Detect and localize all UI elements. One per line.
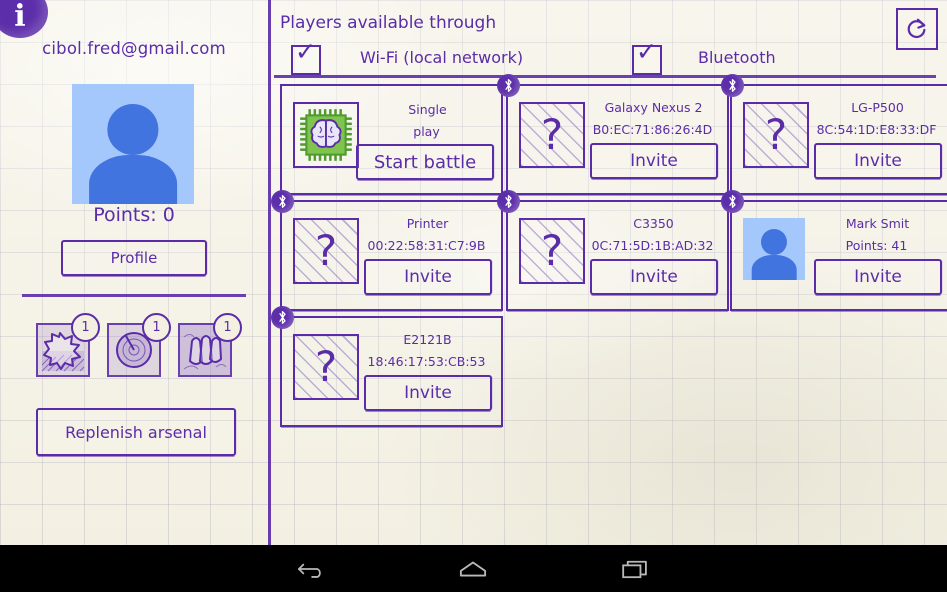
replenish-arsenal-button[interactable]: Replenish arsenal — [36, 408, 236, 456]
game-screen: i cibol.fred@gmail.com Points: 0 Profile — [0, 0, 947, 547]
bluetooth-icon — [271, 190, 294, 213]
invite-button[interactable]: Invite — [814, 259, 942, 295]
nav-home-button[interactable] — [413, 545, 533, 592]
cpu-brain-icon — [293, 102, 359, 168]
person-avatar-icon — [743, 218, 805, 280]
page-title: Players available through — [280, 13, 496, 33]
bluetooth-icon — [497, 74, 520, 97]
arsenal-item-radar[interactable]: 1 — [107, 323, 161, 377]
player-card-single-play[interactable]: Single play Start battle — [280, 84, 503, 195]
arsenal-item-torpedo[interactable]: 1 — [178, 323, 232, 377]
check-icon: ✓ — [636, 39, 662, 65]
player-name: Mark Smit — [810, 216, 945, 231]
bluetooth-checkbox[interactable]: ✓ — [632, 45, 662, 75]
bluetooth-icon — [271, 306, 294, 329]
player-card-mark-smit[interactable]: Mark Smit Points: 41 Invite — [730, 200, 947, 311]
start-battle-button[interactable]: Start battle — [356, 144, 494, 180]
player-detail: 00:22:58:31:C7:9B — [354, 238, 499, 253]
invite-button[interactable]: Invite — [814, 143, 942, 179]
invite-button[interactable]: Invite — [590, 143, 718, 179]
player-sidebar: i cibol.fred@gmail.com Points: 0 Profile — [0, 0, 268, 545]
player-detail: Points: 41 — [804, 238, 947, 253]
player-name: Single — [360, 102, 495, 117]
unknown-device-icon: ? — [519, 218, 585, 284]
player-card-lg-p500[interactable]: ? LG-P500 8C:54:1D:E8:33:DF Invite — [730, 84, 947, 195]
player-detail: 18:46:17:53:CB:53 — [354, 354, 499, 369]
unknown-device-icon: ? — [743, 102, 809, 168]
recent-apps-icon — [622, 559, 648, 579]
bluetooth-label: Bluetooth — [698, 48, 776, 67]
player-detail: 0C:71:5D:1B:AD:32 — [580, 238, 725, 253]
bluetooth-icon — [721, 190, 744, 213]
question-mark-glyph: ? — [295, 220, 357, 282]
player-name: Galaxy Nexus 2 — [586, 100, 721, 115]
question-mark-glyph: ? — [745, 104, 807, 166]
player-name: E2121B — [360, 332, 495, 347]
info-icon: i — [14, 2, 25, 38]
player-name: C3350 — [586, 216, 721, 231]
bluetooth-icon — [721, 74, 744, 97]
player-detail: play — [354, 124, 499, 139]
avatar-body-icon — [752, 255, 797, 280]
avatar-head-icon — [107, 104, 158, 154]
player-card-galaxy-nexus-2[interactable]: ? Galaxy Nexus 2 B0:EC:71:86:26:4D Invit… — [506, 84, 729, 195]
player-card-printer[interactable]: ? Printer 00:22:58:31:C7:9B Invite — [280, 200, 503, 311]
player-name: LG-P500 — [810, 100, 945, 115]
app-root: i cibol.fred@gmail.com Points: 0 Profile — [0, 0, 947, 592]
player-detail: 8C:54:1D:E8:33:DF — [804, 122, 947, 137]
question-mark-glyph: ? — [295, 336, 357, 398]
refresh-button[interactable] — [896, 8, 938, 50]
avatar-head-icon — [761, 229, 787, 255]
header-underline — [274, 75, 936, 78]
sidebar-divider — [22, 294, 246, 297]
arsenal-count-badge: 1 — [213, 313, 242, 342]
transport-filters: ✓ Wi-Fi (local network) ✓ Bluetooth — [280, 43, 940, 75]
unknown-device-icon: ? — [519, 102, 585, 168]
nav-back-button[interactable] — [253, 545, 373, 592]
unknown-device-icon: ? — [293, 334, 359, 400]
invite-button[interactable]: Invite — [364, 375, 492, 411]
invite-button[interactable]: Invite — [364, 259, 492, 295]
info-badge[interactable]: i — [0, 0, 48, 38]
bluetooth-icon — [497, 190, 520, 213]
avatar — [72, 84, 194, 204]
unknown-device-icon: ? — [293, 218, 359, 284]
player-detail: B0:EC:71:86:26:4D — [580, 122, 725, 137]
wifi-checkbox[interactable]: ✓ — [291, 45, 321, 75]
profile-button[interactable]: Profile — [61, 240, 207, 276]
home-icon — [459, 560, 487, 578]
wifi-label: Wi-Fi (local network) — [360, 48, 523, 67]
avatar-body-icon — [89, 155, 177, 204]
check-icon: ✓ — [295, 39, 321, 65]
arsenal-count-badge: 1 — [71, 313, 100, 342]
player-card-c3350[interactable]: ? C3350 0C:71:5D:1B:AD:32 Invite — [506, 200, 729, 311]
invite-button[interactable]: Invite — [590, 259, 718, 295]
players-panel: Players available through ✓ Wi-Fi (local… — [268, 0, 947, 545]
account-email: cibol.fred@gmail.com — [0, 39, 268, 58]
arsenal-count-badge: 1 — [142, 313, 171, 342]
question-mark-glyph: ? — [521, 220, 583, 282]
player-cards-grid: Single play Start battle ? Galaxy Nexus … — [280, 84, 941, 541]
back-arrow-icon — [298, 559, 328, 579]
arsenal-list: 1 1 — [28, 315, 248, 377]
nav-recents-button[interactable] — [575, 545, 695, 592]
refresh-icon — [905, 17, 929, 41]
points-label: Points: 0 — [0, 204, 268, 226]
arsenal-item-bomb[interactable]: 1 — [36, 323, 90, 377]
player-name: Printer — [360, 216, 495, 231]
player-card-e2121b[interactable]: ? E2121B 18:46:17:53:CB:53 Invite — [280, 316, 503, 427]
question-mark-glyph: ? — [521, 104, 583, 166]
android-navigation-bar — [0, 545, 947, 592]
